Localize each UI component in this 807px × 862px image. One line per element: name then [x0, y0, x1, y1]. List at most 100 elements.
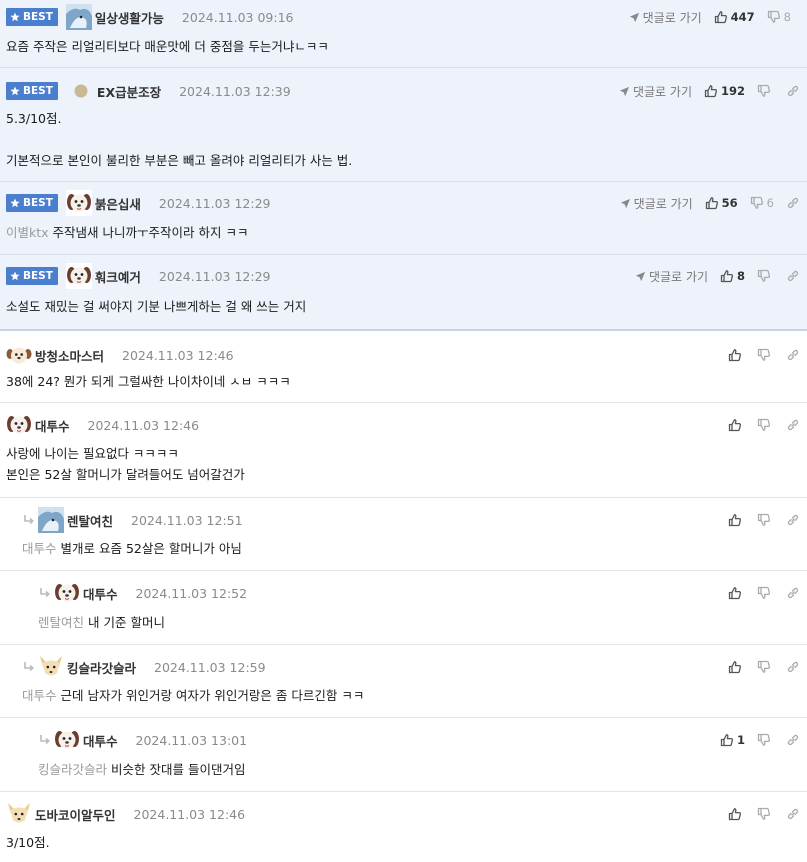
- reply-link[interactable]: 댓글로 가기: [635, 268, 708, 285]
- upvote-button[interactable]: [728, 348, 745, 362]
- upvote-button[interactable]: 447: [714, 10, 755, 24]
- link-button[interactable]: [786, 807, 803, 821]
- send-icon: [620, 198, 631, 209]
- thumbs-up-icon: [728, 513, 742, 527]
- comment-author[interactable]: 대투수: [35, 416, 70, 435]
- downvote-button[interactable]: [757, 660, 774, 674]
- mention-tag[interactable]: 대투수: [22, 688, 57, 703]
- mention-tag[interactable]: 이별ktx: [6, 225, 49, 240]
- reply-label: 댓글로 가기: [642, 10, 702, 25]
- thumbs-up-icon: [728, 660, 742, 674]
- downvote-button[interactable]: [757, 586, 774, 600]
- upvote-button[interactable]: 8: [720, 269, 745, 283]
- avatar[interactable]: [54, 580, 80, 606]
- comment-text: 사랑에 나이는 필요없다 ㅋㅋㅋㅋ: [6, 446, 179, 461]
- upvote-button[interactable]: [728, 586, 745, 600]
- comment-date: 2024.11.03 09:16: [181, 9, 294, 25]
- downvote-button[interactable]: [757, 733, 774, 747]
- upvote-button[interactable]: 192: [704, 84, 745, 98]
- upvote-count: 1: [736, 733, 745, 747]
- comment-author[interactable]: 도바코이알두인: [35, 805, 116, 824]
- comment-text: 3/10점.: [6, 835, 50, 850]
- upvote-button[interactable]: [728, 807, 745, 821]
- comment-body: 대투수 별개로 요즘 52살은 할머니가 아님: [22, 538, 797, 559]
- reply-label: 댓글로 가기: [632, 84, 692, 99]
- link-button[interactable]: [786, 196, 803, 210]
- upvote-button[interactable]: 1: [720, 733, 745, 747]
- downvote-button[interactable]: [757, 418, 774, 432]
- comment-text: 38에 24? 뭔가 되게 그럴싸한 나이차이네 ㅅㅂ ㅋㅋㅋ: [6, 374, 291, 389]
- comment-date: 2024.11.03 12:46: [133, 806, 246, 822]
- mention-tag[interactable]: 대투수: [22, 541, 57, 556]
- comment-item: 방청소마스터 2024.11.03 12:46 38에 24? 뭔가 되게 그럴…: [0, 331, 807, 403]
- comment-author[interactable]: 대투수: [83, 584, 118, 603]
- link-icon: [786, 733, 800, 747]
- comment-author[interactable]: 훠크예거: [95, 267, 141, 286]
- comment-text: 5.3/10점.: [6, 111, 62, 126]
- comment-author[interactable]: 일상생활가능: [95, 8, 164, 27]
- upvote-button[interactable]: [728, 513, 745, 527]
- comment-author[interactable]: EX급분조장: [97, 82, 161, 101]
- link-icon: [786, 660, 800, 674]
- link-button[interactable]: [786, 513, 803, 527]
- link-button[interactable]: [786, 660, 803, 674]
- send-icon: [635, 271, 646, 282]
- link-button[interactable]: [786, 733, 803, 747]
- link-icon: [786, 84, 800, 98]
- mention-tag[interactable]: 렌탈여친: [38, 615, 84, 630]
- avatar[interactable]: [66, 4, 92, 30]
- reply-link[interactable]: 댓글로 가기: [629, 9, 702, 26]
- thumbs-up-icon: [728, 418, 742, 432]
- best-label: BEST: [23, 85, 53, 97]
- comment-date: 2024.11.03 12:29: [158, 195, 271, 211]
- thumbs-up-icon: [728, 586, 742, 600]
- downvote-button[interactable]: 6: [750, 196, 774, 210]
- comment-item: 대투수 2024.11.03 12:46 사랑에 나이는 필요없다 ㅋㅋㅋㅋ 본…: [0, 403, 807, 498]
- comment-author[interactable]: 대투수: [83, 731, 118, 750]
- link-button[interactable]: [786, 586, 803, 600]
- downvote-button[interactable]: [757, 513, 774, 527]
- avatar[interactable]: [6, 801, 32, 827]
- comment-date: 2024.11.03 12:46: [122, 347, 234, 363]
- link-button[interactable]: [786, 269, 803, 283]
- avatar[interactable]: [38, 654, 64, 680]
- comment-item: BEST EX급분조장 2024.11.03 12:39 댓글로 가기 192 …: [0, 68, 807, 182]
- link-button[interactable]: [786, 418, 803, 432]
- reply-link[interactable]: 댓글로 가기: [620, 195, 693, 212]
- upvote-button[interactable]: [728, 418, 745, 432]
- comment-text: 기본적으로 본인이 불리한 부분은 빼고 올려야 리얼리티가 사는 법.: [6, 153, 353, 168]
- comment-item: 도바코이알두인 2024.11.03 12:46 3/10점.: [0, 792, 807, 862]
- star-icon: [10, 12, 20, 22]
- reply-arrow-icon: [22, 513, 36, 527]
- avatar[interactable]: [66, 190, 92, 216]
- avatar[interactable]: [66, 263, 92, 289]
- reply-link[interactable]: 댓글로 가기: [619, 83, 692, 100]
- avatar[interactable]: [54, 727, 80, 753]
- comment-author[interactable]: 렌탈여친: [67, 511, 113, 530]
- thumbs-down-icon: [757, 418, 771, 432]
- avatar[interactable]: [74, 84, 88, 98]
- downvote-button[interactable]: [757, 84, 774, 98]
- avatar[interactable]: [6, 342, 32, 368]
- downvote-button[interactable]: [757, 269, 774, 283]
- avatar[interactable]: [6, 412, 32, 438]
- avatar[interactable]: [38, 507, 64, 533]
- comment-text: 요즘 주작은 리얼리티보다 매운맛에 더 중점을 두는거냐ㄴㅋㅋ: [6, 39, 329, 54]
- best-label: BEST: [23, 197, 53, 209]
- mention-tag[interactable]: 킹슬라갓슬라: [38, 762, 107, 777]
- comment-item: 킹슬라갓슬라 2024.11.03 12:59 대투수 근데 남자가 위인거랑 여…: [0, 645, 807, 718]
- upvote-button[interactable]: 56: [705, 196, 738, 210]
- link-button[interactable]: [786, 348, 803, 362]
- downvote-button[interactable]: [757, 807, 774, 821]
- downvote-button[interactable]: [757, 348, 774, 362]
- comment-author[interactable]: 방청소마스터: [35, 346, 104, 365]
- comment-item: BEST 붉은십새 2024.11.03 12:29 댓글로 가기 56 6 이…: [0, 182, 807, 255]
- comment-author[interactable]: 킹슬라갓슬라: [67, 658, 136, 677]
- link-button[interactable]: [786, 84, 803, 98]
- comment-item: 대투수 2024.11.03 12:52 렌탈여친 내 기준 할머니: [0, 571, 807, 645]
- upvote-button[interactable]: [728, 660, 745, 674]
- downvote-button[interactable]: 8: [767, 10, 791, 24]
- comment-body: 사랑에 나이는 필요없다 ㅋㅋㅋㅋ 본인은 52살 할머니가 달려들어도 넘어갈…: [6, 443, 797, 485]
- comment-author[interactable]: 붉은십새: [95, 194, 141, 213]
